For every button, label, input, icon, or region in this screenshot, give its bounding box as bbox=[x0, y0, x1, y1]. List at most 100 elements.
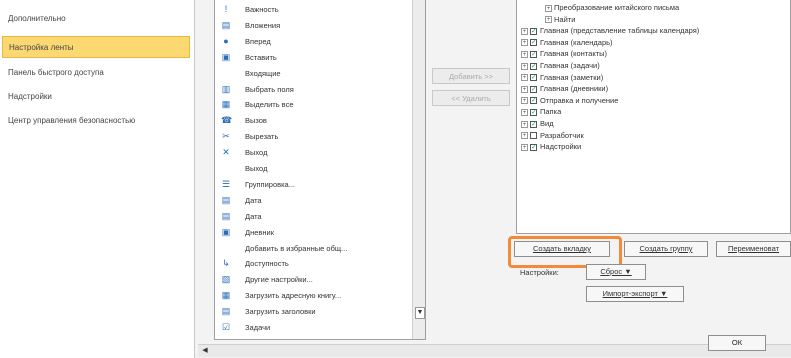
expand-icon[interactable]: + bbox=[545, 4, 552, 12]
command-item[interactable]: ▣ Вставить bbox=[215, 52, 410, 63]
add-button[interactable]: Добавить >> bbox=[432, 68, 510, 84]
date-icon: ▤ bbox=[221, 210, 231, 221]
remove-button[interactable]: << Удалить bbox=[432, 90, 510, 106]
command-item[interactable]: ☎ Вызов bbox=[215, 115, 410, 126]
download-headers-icon: ▤ bbox=[221, 306, 231, 317]
command-item[interactable]: Входящие bbox=[215, 68, 410, 79]
expand-icon[interactable]: + bbox=[521, 132, 528, 140]
reset-dropdown[interactable]: Сброс ▼ bbox=[586, 264, 646, 280]
expand-icon[interactable]: + bbox=[521, 108, 528, 116]
command-item[interactable]: ☑ Задачи bbox=[215, 322, 410, 333]
select-field-icon: ▥ bbox=[221, 83, 231, 94]
ribbon-tabs-tree[interactable]: + Преобразование китайского письма + Найти +… bbox=[516, 0, 791, 234]
attachment-icon: ▤ bbox=[221, 19, 231, 30]
forward-icon: ● bbox=[223, 35, 229, 46]
paste-icon: ▣ bbox=[221, 51, 231, 62]
command-item[interactable]: Выход bbox=[215, 163, 410, 174]
new-tab-button[interactable]: Создать вкладку bbox=[514, 241, 610, 257]
rename-button[interactable]: Переименоват bbox=[716, 241, 791, 257]
tab-checkbox[interactable]: ✓ bbox=[530, 143, 537, 151]
nav-item-quick-access[interactable]: Панель быстрого доступа bbox=[2, 62, 190, 84]
scroll-left-icon[interactable]: ◀ bbox=[201, 346, 209, 355]
scroll-down-icon[interactable]: ▼ bbox=[415, 307, 425, 319]
command-label: Вперед bbox=[245, 36, 271, 46]
command-item[interactable]: ▣ Дневник bbox=[215, 227, 410, 238]
command-item[interactable]: ▥ Выбрать поля bbox=[215, 84, 410, 95]
ribbon-tab-item[interactable]: + ✓ Главная (задачи) bbox=[521, 60, 600, 71]
ribbon-tab-item[interactable]: + Преобразование китайского письма bbox=[545, 2, 679, 13]
commands-scrollbar[interactable]: ▼ bbox=[412, 0, 425, 339]
command-label: Дата bbox=[245, 195, 262, 205]
ribbon-tab-label: Главная (представление таблицы календаря… bbox=[540, 26, 700, 36]
ribbon-tab-label: Главная (контакты) bbox=[540, 49, 608, 59]
ribbon-tab-item[interactable]: + ✓ Вид bbox=[521, 118, 554, 129]
ribbon-tab-item[interactable]: + ✓ Главная (контакты) bbox=[521, 48, 607, 59]
tab-checkbox[interactable]: ✓ bbox=[530, 85, 537, 93]
commands-list[interactable]: ☑ Задачи ▤ Загрузить заголовки ▦ Загрузить ад… bbox=[214, 0, 426, 340]
tab-checkbox[interactable]: ✓ bbox=[530, 108, 537, 116]
ok-button[interactable]: ОК bbox=[708, 335, 766, 351]
expand-icon[interactable]: + bbox=[521, 85, 528, 93]
tab-checkbox[interactable]: ✓ bbox=[530, 74, 537, 82]
nav-item-addins[interactable]: Надстройки bbox=[2, 86, 190, 108]
command-item[interactable]: ▤ Загрузить заголовки bbox=[215, 306, 410, 317]
command-label: Выбрать поля bbox=[245, 84, 294, 94]
address-book-icon: ▦ bbox=[221, 290, 231, 301]
ribbon-tab-item[interactable]: + ✓ Отправка и получение bbox=[521, 95, 618, 106]
expand-icon[interactable]: + bbox=[521, 74, 528, 82]
nav-item-customize-ribbon[interactable]: Настройка ленты bbox=[2, 36, 190, 58]
tab-checkbox[interactable]: ✓ bbox=[530, 62, 537, 70]
nav-item-trust-center[interactable]: Центр управления безопасностью bbox=[2, 110, 190, 132]
expand-icon[interactable]: + bbox=[521, 143, 528, 151]
command-item[interactable]: Добавить в избранные общ... bbox=[215, 243, 410, 254]
tab-checkbox[interactable]: ✓ bbox=[530, 120, 537, 128]
command-label: Важность bbox=[245, 5, 279, 14]
ribbon-tab-item[interactable]: + ✓ Главная (календарь) bbox=[521, 37, 613, 48]
tab-checkbox[interactable]: ✓ bbox=[530, 50, 537, 58]
tab-checkbox[interactable]: ✓ bbox=[530, 27, 537, 35]
command-label: Другие настройки... bbox=[245, 275, 313, 285]
horizontal-scrollbar[interactable]: ◀ bbox=[198, 344, 791, 357]
ribbon-tab-label: Главная (дневники) bbox=[540, 84, 609, 94]
ribbon-tab-item[interactable]: + Разработчик bbox=[521, 130, 584, 141]
ribbon-tab-item[interactable]: + ✓ Папка bbox=[521, 106, 561, 117]
options-nav: Дополнительно Настройка ленты Панель быс… bbox=[0, 0, 195, 358]
command-label: Группировка... bbox=[245, 179, 295, 189]
new-group-button[interactable]: Создать группу bbox=[624, 241, 708, 257]
import-export-dropdown[interactable]: Импорт-экспорт ▼ bbox=[586, 286, 684, 302]
ribbon-tab-item[interactable]: + Найти bbox=[545, 14, 575, 25]
ribbon-tab-item[interactable]: + ✓ Главная (дневники) bbox=[521, 83, 608, 94]
expand-icon[interactable]: + bbox=[521, 39, 528, 47]
ribbon-tab-item[interactable]: + ✓ Главная (представление таблицы календа… bbox=[521, 25, 699, 36]
command-item[interactable]: ▤ Дата bbox=[215, 195, 410, 206]
expand-icon[interactable]: + bbox=[521, 27, 528, 35]
command-item[interactable]: ! Важность bbox=[215, 4, 410, 15]
tab-checkbox[interactable]: ✓ bbox=[530, 97, 537, 105]
command-item[interactable]: ● Вперед bbox=[215, 36, 410, 47]
expand-icon[interactable]: + bbox=[521, 120, 528, 128]
expand-icon[interactable]: + bbox=[545, 16, 552, 24]
expand-icon[interactable]: + bbox=[521, 50, 528, 58]
ribbon-tab-label: Вид bbox=[540, 119, 554, 128]
ribbon-tab-item[interactable]: + ✓ Главная (заметки) bbox=[521, 72, 603, 83]
journal-icon: ▣ bbox=[221, 226, 231, 237]
ribbon-tab-label: Главная (календарь) bbox=[540, 37, 613, 47]
command-item[interactable]: ▤ Дата bbox=[215, 211, 410, 222]
expand-icon[interactable]: + bbox=[521, 97, 528, 105]
command-item[interactable]: ✕ Выход bbox=[215, 147, 410, 158]
command-label: Загрузить заголовки bbox=[245, 307, 316, 317]
command-item[interactable]: ↳ Доступность bbox=[215, 258, 410, 269]
expand-icon[interactable]: + bbox=[521, 62, 528, 70]
command-item[interactable]: ▧ Другие настройки... bbox=[215, 274, 410, 285]
command-item[interactable]: ✂ Вырезать bbox=[215, 131, 410, 142]
command-item[interactable]: ▤ Вложения bbox=[215, 20, 410, 31]
nav-item-advanced[interactable]: Дополнительно bbox=[2, 8, 190, 30]
command-label: Выход bbox=[245, 148, 268, 158]
ribbon-tab-item[interactable]: + ✓ Надстройки bbox=[521, 141, 581, 152]
command-item[interactable]: ▦ Выделить все bbox=[215, 99, 410, 110]
tab-checkbox[interactable] bbox=[530, 132, 537, 140]
command-item[interactable]: ☰ Группировка... bbox=[215, 179, 410, 190]
tab-checkbox[interactable]: ✓ bbox=[530, 39, 537, 47]
command-item[interactable]: ▦ Загрузить адресную книгу... bbox=[215, 290, 410, 301]
select-all-icon: ▦ bbox=[221, 99, 231, 110]
